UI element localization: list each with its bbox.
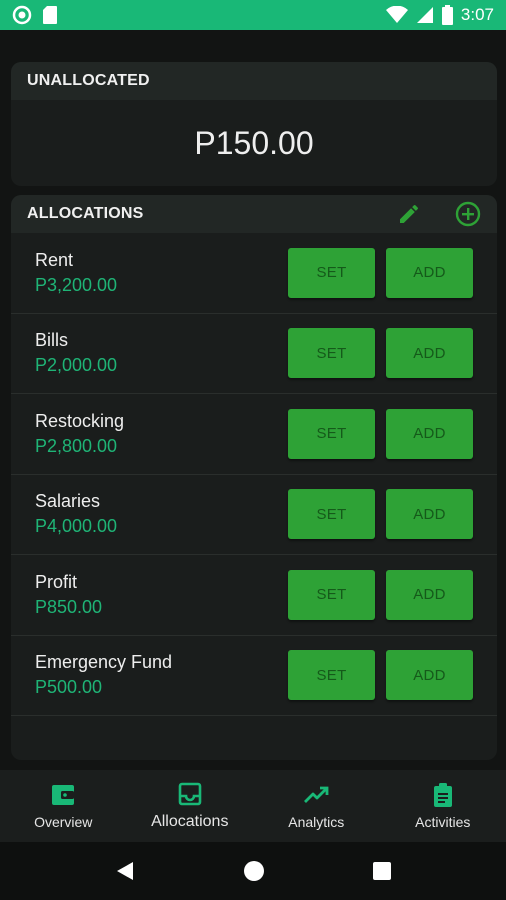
nav-analytics-label: Analytics — [288, 814, 345, 830]
recents-icon[interactable] — [372, 861, 392, 881]
allocation-row: Emergency Fund P500.00 SET ADD — [11, 636, 497, 716]
set-button[interactable]: SET — [288, 489, 375, 540]
bottom-nav: Overview Allocations Analytics Activitie… — [0, 770, 506, 842]
allocations-title: ALLOCATIONS — [27, 205, 144, 222]
sync-icon — [12, 5, 32, 25]
allocation-text: Bills P2,000.00 — [35, 330, 117, 376]
allocation-buttons: SET ADD — [288, 247, 473, 298]
add-button[interactable]: ADD — [386, 328, 473, 379]
allocations-header: ALLOCATIONS — [11, 195, 497, 233]
clipboard-icon — [433, 783, 452, 807]
allocation-name: Salaries — [35, 491, 101, 512]
trending-up-icon — [304, 786, 329, 803]
allocation-row: Bills P2,000.00 SET ADD — [11, 314, 497, 394]
edit-pencil-icon[interactable] — [397, 202, 421, 226]
allocation-buttons: SET ADD — [288, 328, 473, 379]
nav-overview-label: Overview — [34, 814, 93, 830]
status-right: 3:07 — [385, 5, 494, 25]
allocations-card: ALLOCATIONS Rent P3,200.00 SET ADD Bills… — [11, 195, 497, 760]
add-button[interactable]: ADD — [386, 247, 473, 298]
nav-allocations-label: Allocations — [151, 813, 229, 830]
set-button[interactable]: SET — [288, 650, 375, 701]
add-circle-icon[interactable] — [455, 201, 481, 227]
unallocated-amount: P150.00 — [194, 124, 314, 161]
allocation-text: Emergency Fund P500.00 — [35, 652, 172, 698]
allocation-name: Bills — [35, 330, 69, 351]
allocation-buttons: SET ADD — [288, 489, 473, 540]
unallocated-title: UNALLOCATED — [27, 72, 150, 89]
back-icon[interactable] — [114, 860, 136, 882]
system-nav — [0, 842, 506, 900]
allocation-amount: P2,000.00 — [35, 355, 118, 376]
allocation-amount: P4,000.00 — [35, 516, 118, 537]
add-button[interactable]: ADD — [386, 569, 473, 620]
nav-activities-label: Activities — [415, 814, 471, 830]
allocation-row: Restocking P2,800.00 SET ADD — [11, 394, 497, 475]
add-button[interactable]: ADD — [386, 650, 473, 701]
sd-card-icon — [43, 6, 57, 24]
status-time: 3:07 — [460, 5, 494, 24]
set-button[interactable]: SET — [288, 569, 375, 620]
allocation-buttons: SET ADD — [288, 569, 473, 620]
allocation-name: Profit — [35, 571, 78, 592]
add-button[interactable]: ADD — [386, 408, 473, 459]
allocation-amount: P500.00 — [35, 677, 103, 698]
allocation-buttons: SET ADD — [288, 650, 473, 701]
nav-overview[interactable]: Overview — [0, 782, 126, 830]
allocation-row: Salaries P4,000.00 SET ADD — [11, 475, 497, 555]
unallocated-card: UNALLOCATED P150.00 — [11, 62, 497, 186]
signal-icon — [416, 7, 433, 23]
allocation-buttons: SET ADD — [288, 408, 473, 459]
allocation-name: Emergency Fund — [35, 652, 173, 673]
allocation-text: Salaries P4,000.00 — [35, 491, 117, 537]
add-button[interactable]: ADD — [386, 489, 473, 540]
status-left — [12, 5, 58, 25]
allocation-name: Restocking — [35, 410, 125, 431]
set-button[interactable]: SET — [288, 247, 375, 298]
allocations-header-actions — [397, 201, 481, 227]
allocation-text: Restocking P2,800.00 — [35, 411, 124, 457]
nav-activities[interactable]: Activities — [380, 782, 506, 830]
allocation-text: Profit P850.00 — [35, 572, 102, 618]
nav-analytics[interactable]: Analytics — [253, 782, 379, 830]
allocation-row: Rent P3,200.00 SET ADD — [11, 233, 497, 314]
set-button[interactable]: SET — [288, 408, 375, 459]
inbox-icon — [178, 782, 202, 806]
unallocated-header: UNALLOCATED — [11, 62, 497, 100]
allocation-text: Rent P3,200.00 — [35, 250, 117, 296]
wallet-icon — [52, 785, 75, 805]
allocation-amount: P3,200.00 — [35, 274, 118, 295]
wifi-icon — [385, 6, 408, 23]
home-icon[interactable] — [243, 860, 265, 882]
allocation-row: Profit P850.00 SET ADD — [11, 555, 497, 636]
set-button[interactable]: SET — [288, 328, 375, 379]
nav-allocations[interactable]: Allocations — [127, 781, 253, 831]
allocation-amount: P2,800.00 — [35, 435, 118, 456]
allocation-name: Rent — [35, 249, 74, 270]
status-bar: 3:07 — [0, 0, 506, 30]
allocation-amount: P850.00 — [35, 596, 103, 617]
battery-icon — [441, 5, 453, 25]
